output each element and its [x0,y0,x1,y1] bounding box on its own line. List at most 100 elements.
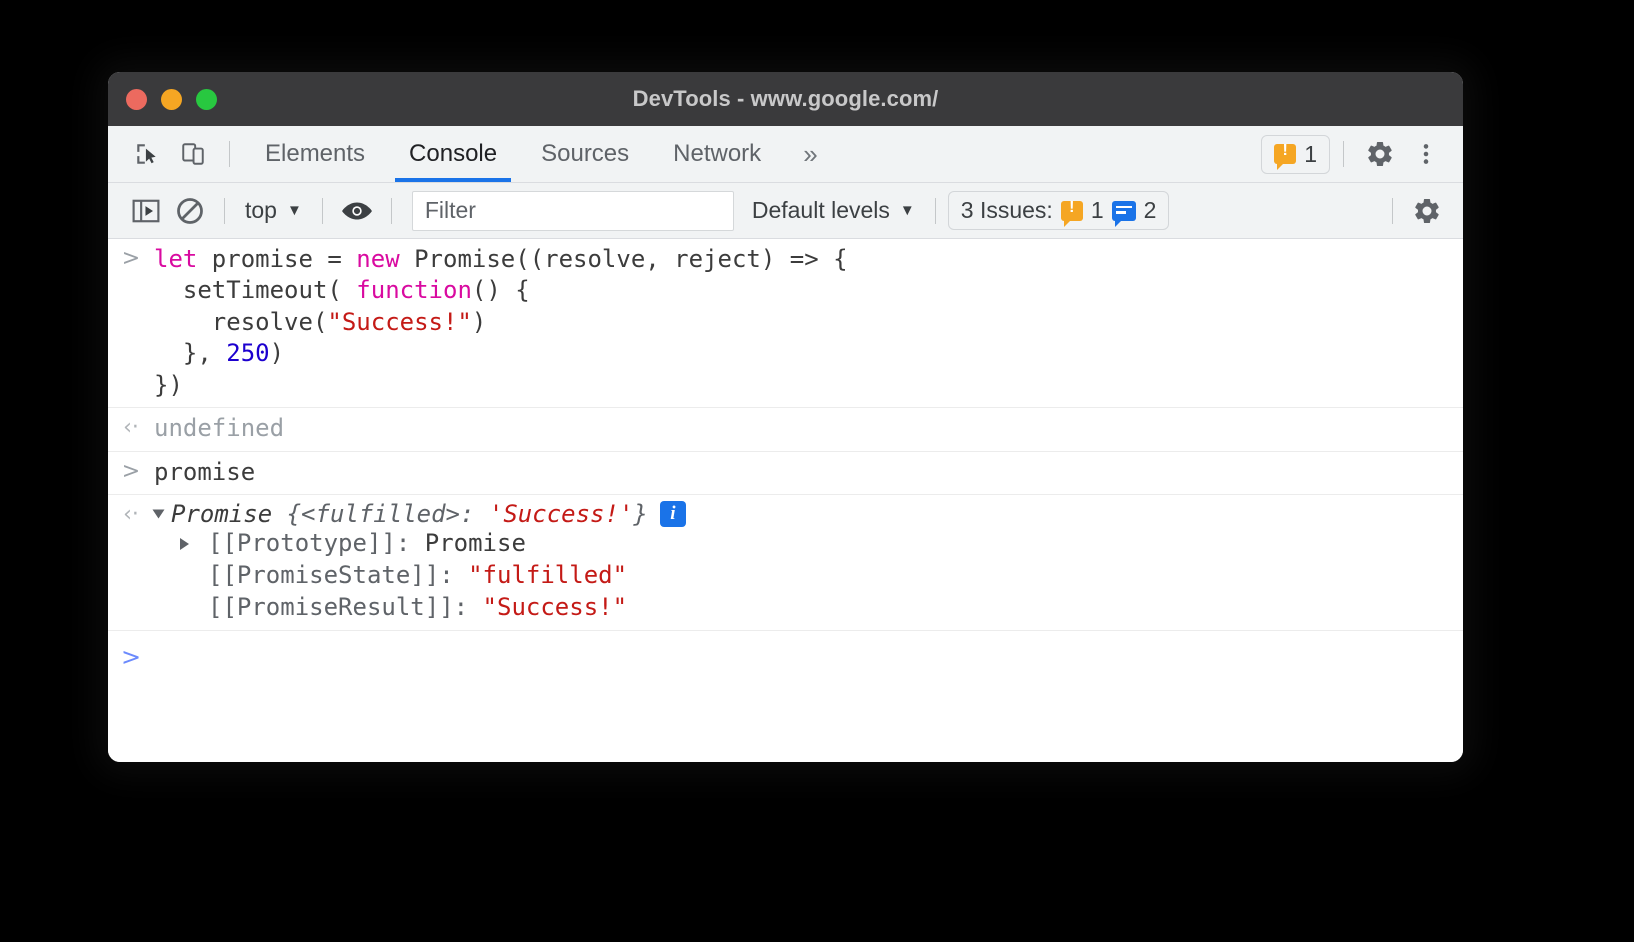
code-line: setTimeout( function() { [154,275,1463,306]
code-token: setTimeout( [154,276,357,305]
property-key: [[Prototype]]: [208,529,425,558]
info-bubble-icon [1111,200,1136,227]
console-sidebar-icon[interactable] [124,191,168,231]
console-prompt-row[interactable]: > [108,631,1463,671]
close-window-button[interactable] [126,88,147,110]
code-token-string: "Success!" [327,307,472,336]
warning-icon [1274,142,1297,170]
traffic-lights [126,88,217,110]
object-property-row[interactable]: [[Prototype]]: Promise [154,528,1463,560]
console-toolbar-divider-4 [934,197,936,224]
more-tabs-label: » [803,138,818,169]
chevron-down-icon: ▼ [899,202,915,219]
code-line: }, 250) [154,338,1463,369]
console-settings-gear-icon[interactable] [1405,191,1449,231]
code-token-function: function [356,276,472,305]
code-line: let promise = new Promise((resolve, reje… [154,244,1463,275]
clear-console-icon[interactable] [168,191,212,231]
issues-label: 3 Issues: [960,197,1053,223]
warning-count-label: 1 [1304,140,1317,167]
code-token: ) [471,307,487,336]
console-code-block: promise [154,457,1463,488]
prompt-chevron-icon: > [120,642,142,671]
tab-console[interactable]: Console [387,126,519,182]
execution-context-label: top [245,197,277,223]
console-messages[interactable]: > let promise = new Promise((resolve, re… [108,239,1463,762]
kebab-menu-icon-svg [1423,144,1429,164]
console-toolbar: top ▼ Default levels ▼ 3 Issues: 1 2 [108,183,1463,239]
object-preview-value: 'Success!' [488,500,634,529]
panel-tabs: Elements Console Sources Network » [243,126,838,182]
tab-network-label: Network [673,140,762,167]
property-key: [[PromiseState]]: [208,560,469,589]
log-levels-label: Default levels [751,197,890,223]
collapse-triangle-icon[interactable] [180,538,189,551]
tab-sources[interactable]: Sources [519,126,651,182]
issues-info-count: 2 [1143,197,1157,223]
code-line: promise [154,457,1463,488]
object-preview-row[interactable]: Promise {<fulfilled>: 'Success!'} i [152,500,1463,529]
object-preview-prefix: {<fulfilled>: [272,500,489,529]
inspect-element-icon-svg [137,144,156,164]
object-property-row[interactable]: [[PromiseState]]: "fulfilled" [154,560,1463,592]
property-value: "fulfilled" [468,560,628,589]
gear-icon-svg [1368,141,1392,167]
code-token: promise = [211,245,357,273]
property-value: "Success!" [482,592,628,621]
device-toolbar-icon[interactable] [170,131,216,177]
tab-sources-label: Sources [541,140,630,167]
code-line: resolve("Success!") [154,307,1463,338]
kebab-menu-icon[interactable] [1403,131,1449,177]
warning-count-badge[interactable]: 1 [1261,134,1330,174]
inspect-element-icon[interactable] [124,131,170,177]
eye-icon-svg [341,201,372,220]
maximize-window-button[interactable] [196,88,217,110]
execution-context-selector[interactable]: top ▼ [237,197,310,224]
console-toolbar-divider-1 [224,197,225,224]
object-class-name: Promise [171,500,273,529]
gear-icon[interactable] [1357,131,1403,177]
console-toolbar-divider-2 [321,197,323,224]
tab-elements[interactable]: Elements [243,126,387,182]
code-token-let: let [154,245,212,273]
tab-network[interactable]: Network [651,126,783,182]
console-object-result-entry: ‹· Promise {<fulfilled>: 'Success!'} i [[… [108,495,1463,631]
filter-input[interactable] [411,190,734,231]
expand-triangle-wrap[interactable] [180,528,208,560]
console-toolbar-divider-5 [1392,197,1393,224]
console-prompt-input[interactable] [154,643,1463,671]
info-icon[interactable]: i [659,501,686,528]
console-result-entry: ‹· undefined [108,408,1463,452]
input-marker: > [121,458,141,484]
clear-console-icon-svg [177,197,203,224]
devtools-window: DevTools - www.google.com/ Elements Cons… [108,72,1463,762]
object-preview-suffix: } [633,500,648,529]
gear-icon-svg [1415,198,1439,223]
property-value: Promise [424,529,526,558]
console-input-entry: > promise [108,452,1463,496]
output-marker: ‹· [123,415,139,441]
object-property-row[interactable]: [[PromiseResult]]: "Success!" [154,592,1463,624]
window-title: DevTools - www.google.com/ [632,86,939,111]
expand-triangle-icon[interactable] [152,509,165,519]
code-token-new: new [356,245,415,273]
tabbar-divider [229,141,230,167]
code-token: Promise((resolve, reject) => { [414,245,848,273]
device-toolbar-icon-svg [182,143,204,165]
tab-console-label: Console [409,140,498,167]
code-token: }, [154,339,227,368]
code-token: }) [154,370,183,399]
log-levels-selector[interactable]: Default levels ▼ [744,197,923,224]
tabbar-actions: 1 [1261,131,1463,177]
live-expressions-eye-icon[interactable] [335,191,379,231]
property-key: [[PromiseResult]]: [208,592,483,621]
undefined-result: undefined [154,414,285,443]
info-bubble-lines [1115,205,1132,217]
console-toolbar-actions [1380,191,1449,231]
issues-badge[interactable]: 3 Issues: 1 2 [947,191,1170,230]
console-code-block: let promise = new Promise((resolve, reje… [154,244,1463,401]
minimize-window-button[interactable] [161,88,182,110]
chevron-down-icon: ▼ [286,202,302,219]
more-tabs-icon[interactable]: » [783,126,837,182]
code-line: }) [154,370,1463,401]
